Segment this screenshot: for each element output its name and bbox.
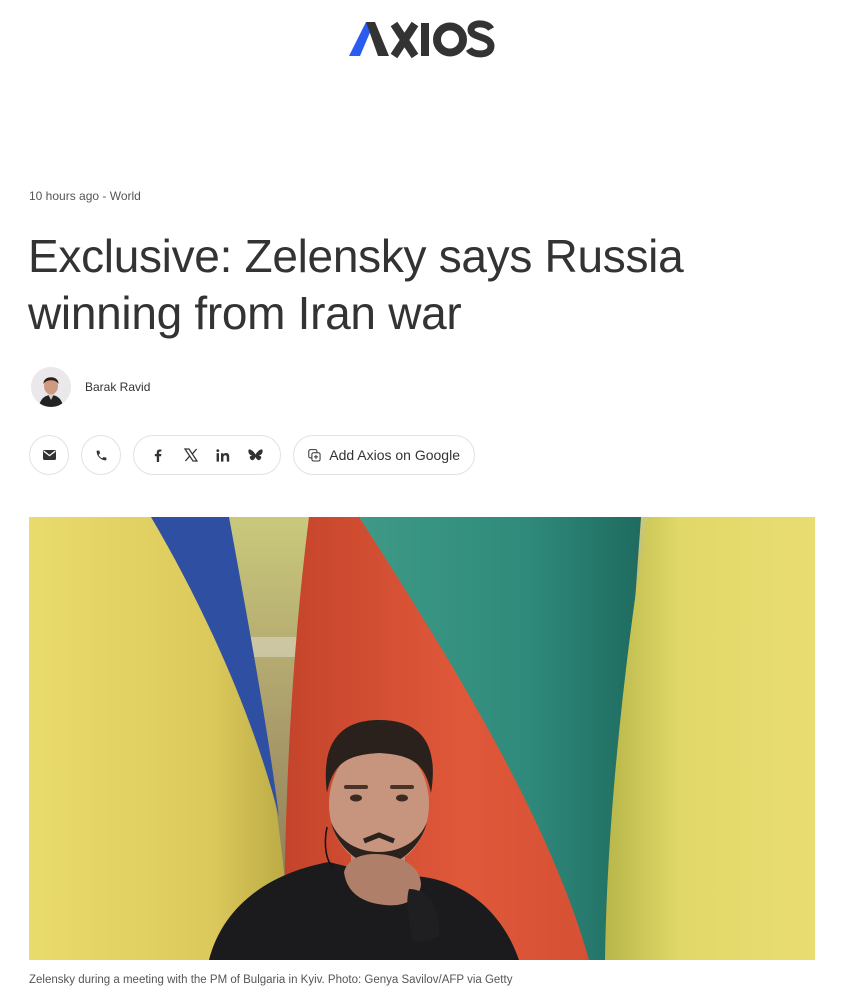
photo-caption: Zelensky during a meeting with the PM of…: [29, 974, 513, 986]
linkedin-icon: [216, 448, 230, 462]
x-share-button[interactable]: [176, 440, 206, 470]
article-headline: Exclusive: Zelensky says Russia winning …: [28, 230, 684, 339]
meta-separator: -: [99, 189, 110, 203]
section-link[interactable]: World: [110, 189, 141, 203]
email-share-button[interactable]: [29, 435, 69, 475]
article-meta: 10 hours ago - World: [29, 189, 141, 203]
lead-photo: [29, 517, 815, 960]
add-square-icon: [308, 448, 321, 461]
sms-share-button[interactable]: [81, 435, 121, 475]
x-icon: [183, 448, 198, 462]
facebook-icon: [155, 448, 162, 462]
author-name[interactable]: Barak Ravid: [85, 380, 150, 394]
envelope-icon: [42, 450, 56, 460]
byline: Barak Ravid: [31, 367, 150, 407]
add-axios-on-google-label: Add Axios on Google: [329, 447, 460, 463]
social-share-group: [133, 435, 281, 475]
phone-icon: [96, 450, 106, 460]
facebook-share-button[interactable]: [143, 440, 173, 470]
bluesky-share-button[interactable]: [241, 440, 271, 470]
linkedin-share-button[interactable]: [208, 440, 238, 470]
bluesky-icon: [248, 448, 263, 460]
add-axios-on-google-button[interactable]: Add Axios on Google: [293, 435, 475, 475]
author-avatar[interactable]: [31, 367, 71, 407]
axios-logo[interactable]: [349, 20, 495, 60]
timestamp: 10 hours ago: [29, 189, 100, 203]
